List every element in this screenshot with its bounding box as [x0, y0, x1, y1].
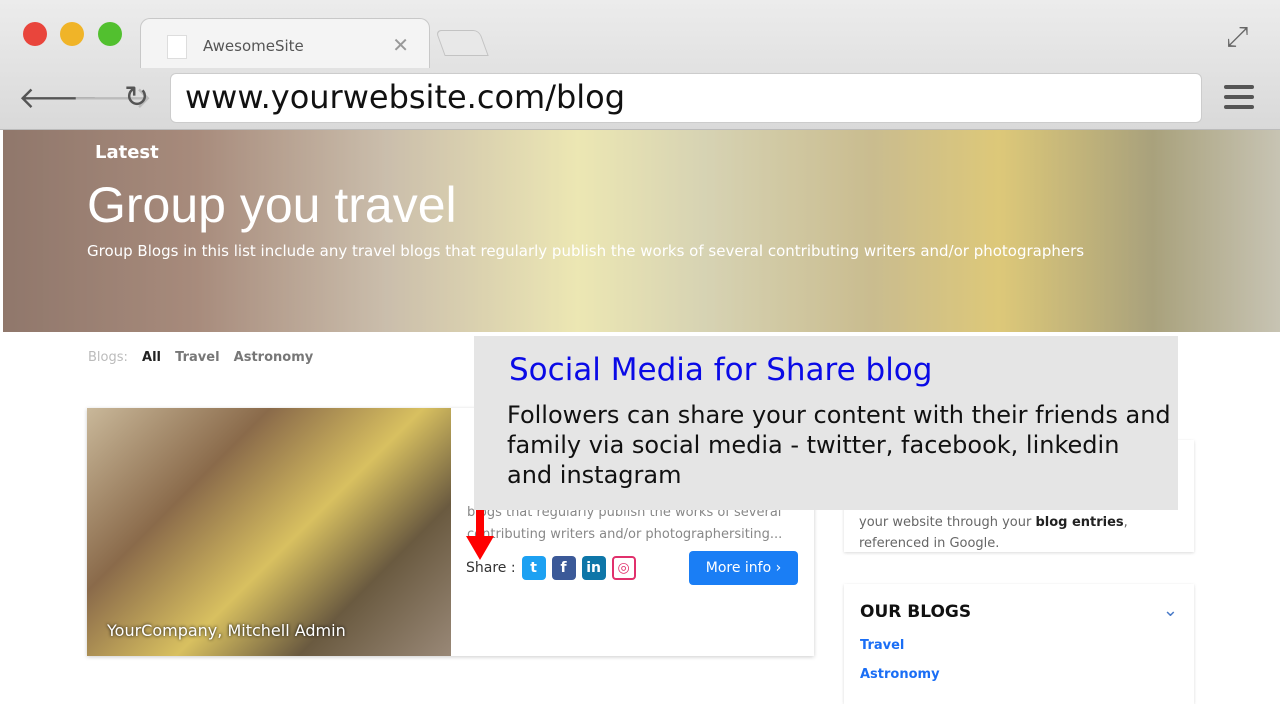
hero-banner: Latest Group you travel Group Blogs in t…: [3, 130, 1280, 332]
filter-astronomy[interactable]: Astronomy: [234, 350, 314, 365]
chevron-down-icon[interactable]: ⌄: [1163, 600, 1178, 621]
new-tab-button[interactable]: [435, 30, 489, 56]
browser-tab[interactable]: AwesomeSite ✕: [140, 18, 430, 68]
menu-icon[interactable]: [1224, 85, 1254, 115]
linkedin-icon[interactable]: in: [581, 556, 606, 580]
more-info-label: More info: [705, 560, 772, 576]
browser-chrome: AwesomeSite ✕ ⤢ 🡐 🡒 ↻ www.yourwebsite.co…: [0, 0, 1280, 130]
filter-all[interactable]: All: [142, 350, 161, 365]
instagram-icon[interactable]: ◎: [611, 556, 636, 580]
hero-title: Group you travel: [87, 177, 457, 233]
address-bar[interactable]: www.yourwebsite.com/blog: [170, 73, 1202, 123]
more-info-button[interactable]: More info ›: [689, 551, 798, 585]
minimize-window-button[interactable]: [60, 22, 84, 46]
maximize-window-button[interactable]: [98, 22, 122, 46]
our-blogs-title: OUR BLOGS: [860, 602, 972, 622]
close-tab-icon[interactable]: ✕: [392, 33, 409, 57]
about-text: your website through your blog entries, …: [859, 515, 1128, 551]
blog-filters: Blogs: All Travel Astronomy: [88, 350, 323, 365]
annotation-callout: Social Media for Share blog Followers ca…: [474, 336, 1178, 510]
page-icon: [167, 35, 187, 59]
facebook-icon[interactable]: f: [551, 556, 576, 580]
post-image[interactable]: YourCompany, Mitchell Admin: [87, 408, 451, 656]
close-window-button[interactable]: [23, 22, 47, 46]
filters-label: Blogs:: [88, 350, 128, 365]
callout-title: Social Media for Share blog: [509, 352, 933, 388]
tab-title: AwesomeSite: [203, 37, 304, 55]
hero-subtitle: Group Blogs in this list include any tra…: [87, 242, 1085, 260]
reload-icon[interactable]: ↻: [124, 80, 149, 115]
hero-kicker: Latest: [95, 142, 159, 163]
our-blogs-widget: OUR BLOGS ⌄ Travel Astronomy: [844, 584, 1194, 704]
twitter-icon[interactable]: t: [521, 556, 546, 580]
blog-link-astronomy[interactable]: Astronomy: [860, 667, 940, 682]
post-author: YourCompany, Mitchell Admin: [107, 621, 346, 640]
fullscreen-icon[interactable]: ⤢: [1226, 20, 1248, 54]
callout-body: Followers can share your content with th…: [507, 401, 1171, 489]
blog-link-travel[interactable]: Travel: [860, 638, 904, 653]
filter-travel[interactable]: Travel: [175, 350, 219, 365]
